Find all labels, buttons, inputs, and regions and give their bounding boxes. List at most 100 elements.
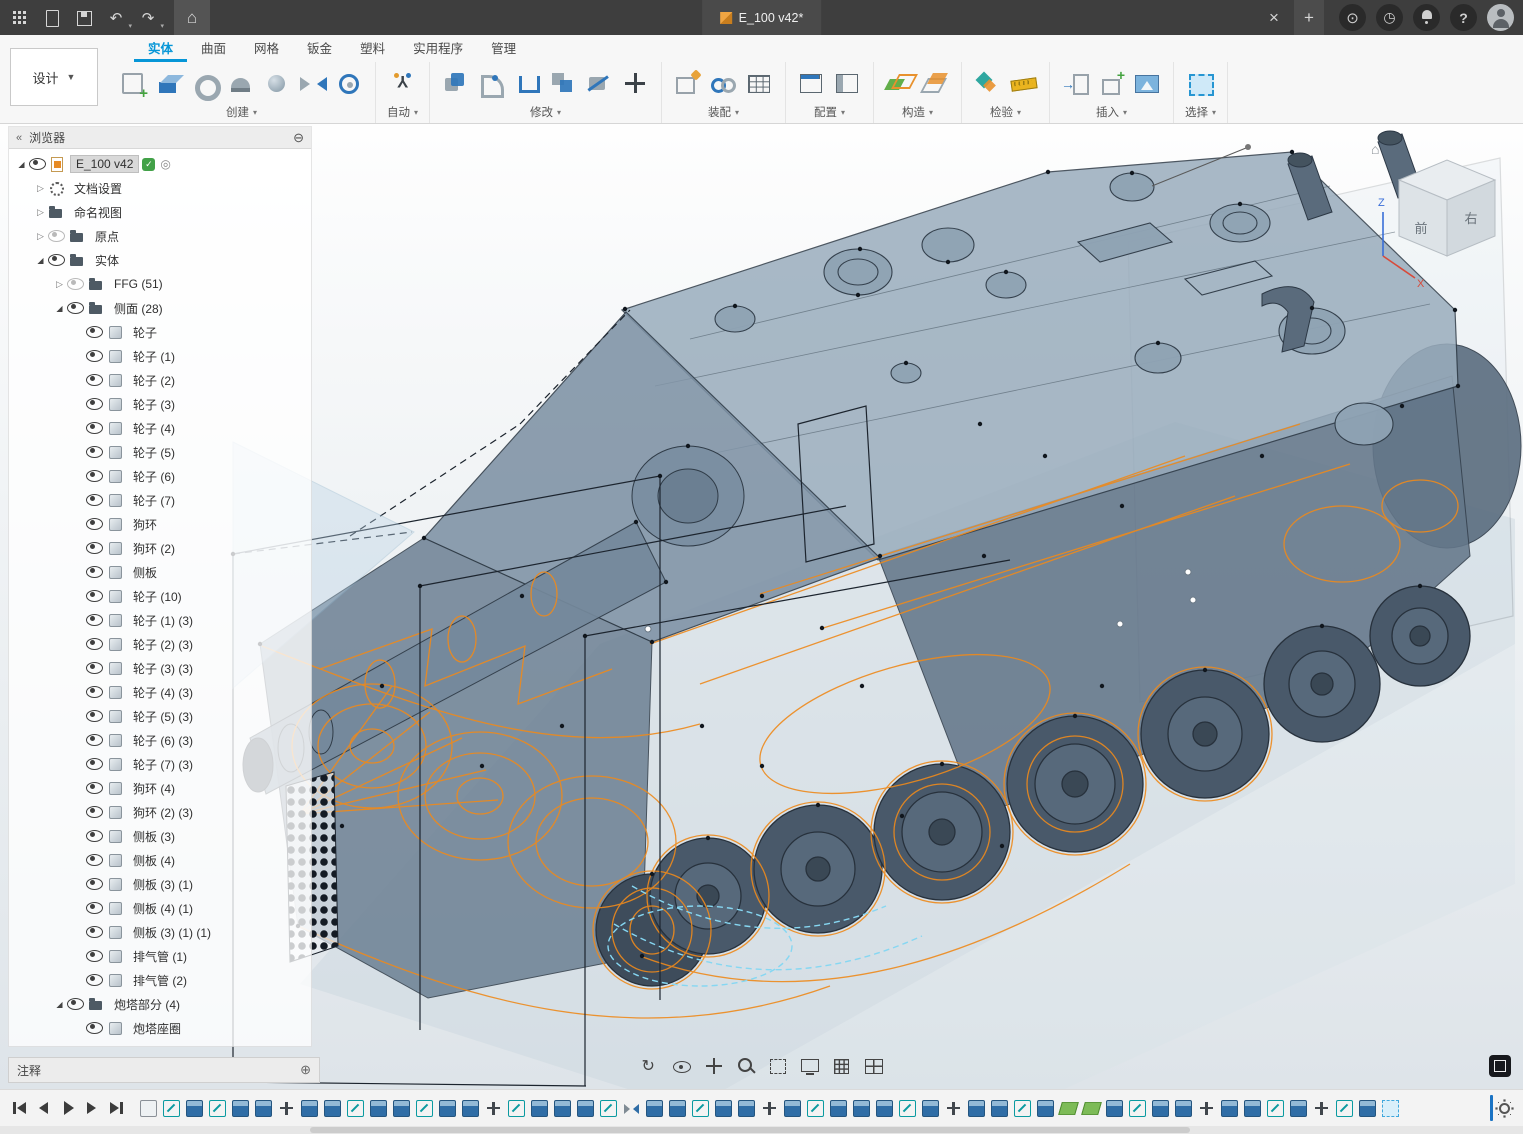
timeline-settings-gear-icon[interactable] <box>1493 1097 1515 1119</box>
visibility-eye-icon[interactable] <box>86 878 103 890</box>
visibility-eye-icon[interactable] <box>86 1022 103 1034</box>
feature-extrude-icon[interactable] <box>1221 1100 1238 1117</box>
browser-node[interactable]: 轮子 (7) <box>9 488 311 512</box>
feature-sketch-icon[interactable] <box>347 1100 364 1117</box>
viewcube[interactable]: ⌂ 前 右 Z X <box>1361 138 1511 288</box>
ribbon-group-label[interactable]: 插入 <box>1096 103 1127 120</box>
feature-extrude-icon[interactable] <box>991 1100 1008 1117</box>
visibility-eye-icon[interactable] <box>86 374 103 386</box>
browser-node[interactable]: 排气管 (1) <box>9 944 311 968</box>
document-tab[interactable]: E_100 v42* <box>702 0 822 35</box>
feature-extrude-icon[interactable] <box>1106 1100 1123 1117</box>
help-icon[interactable] <box>1450 4 1477 31</box>
visibility-eye-icon[interactable] <box>86 734 103 746</box>
browser-node[interactable]: 侧板 (4) <box>9 848 311 872</box>
feature-extrude-icon[interactable] <box>922 1100 939 1117</box>
feature-extrude-icon[interactable] <box>1244 1100 1261 1117</box>
canvas-image-icon[interactable] <box>1133 69 1162 98</box>
ribbon-tab[interactable]: 钣金 <box>293 34 346 62</box>
visibility-eye-icon[interactable] <box>86 590 103 602</box>
browser-node[interactable]: 轮子 (2) <box>9 368 311 392</box>
feature-sketch-icon[interactable] <box>1267 1100 1284 1117</box>
feature-plane-icon[interactable] <box>1058 1102 1079 1115</box>
visibility-eye-icon[interactable] <box>86 662 103 674</box>
visibility-eye-icon[interactable] <box>86 446 103 458</box>
browser-node[interactable]: 轮子 (2) (3) <box>9 632 311 656</box>
joint-icon[interactable] <box>709 69 738 98</box>
app-grid-icon[interactable] <box>7 5 33 31</box>
browser-node[interactable]: 轮子 (1) (3) <box>9 608 311 632</box>
visibility-eye-icon[interactable] <box>86 614 103 626</box>
section-analysis-icon[interactable] <box>973 69 1002 98</box>
expand-arrow-icon[interactable] <box>34 207 47 218</box>
visibility-eye-icon[interactable] <box>48 254 65 266</box>
feature-sketch-icon[interactable] <box>807 1100 824 1117</box>
go-to-start-icon[interactable] <box>11 1099 29 1117</box>
configuration-table-icon[interactable] <box>833 69 862 98</box>
feature-component-icon[interactable] <box>140 1100 157 1117</box>
feature-move-icon[interactable] <box>945 1100 962 1117</box>
design-workspace-menu[interactable]: 设计 ▼ <box>10 48 98 106</box>
feature-extrude-icon[interactable] <box>1359 1100 1376 1117</box>
visibility-eye-icon[interactable] <box>86 854 103 866</box>
expand-arrow-icon[interactable] <box>53 303 66 313</box>
browser-node[interactable]: 炮塔座圈 <box>9 1016 311 1040</box>
feature-extrude-icon[interactable] <box>1152 1100 1169 1117</box>
expand-arrow-icon[interactable] <box>53 279 66 290</box>
feature-sketch-icon[interactable] <box>508 1100 525 1117</box>
ribbon-tab[interactable]: 实体 <box>134 34 187 62</box>
feature-extrude-icon[interactable] <box>462 1100 479 1117</box>
visibility-eye-icon[interactable] <box>86 542 103 554</box>
job-status-icon[interactable] <box>1339 4 1366 31</box>
zoom-icon[interactable] <box>735 1056 757 1077</box>
browser-node[interactable]: 轮子 (7) (3) <box>9 752 311 776</box>
ribbon-group-label[interactable]: 配置 <box>814 103 845 120</box>
select-icon[interactable] <box>1186 69 1215 98</box>
visibility-eye-icon[interactable] <box>86 566 103 578</box>
visibility-eye-icon[interactable] <box>86 758 103 770</box>
combine-icon[interactable] <box>549 69 578 98</box>
browser-node[interactable]: 命名视图 <box>9 200 311 224</box>
horizontal-scrollbar[interactable] <box>0 1126 1523 1134</box>
browser-node[interactable]: 狗环 (4) <box>9 776 311 800</box>
feature-extrude-icon[interactable] <box>853 1100 870 1117</box>
browser-node[interactable]: 侧板 (4) (1) <box>9 896 311 920</box>
browser-node[interactable]: 轮子 (6) <box>9 464 311 488</box>
new-component-icon[interactable] <box>673 69 702 98</box>
offset-plane-icon[interactable] <box>921 69 950 98</box>
feature-extrude-icon[interactable] <box>784 1100 801 1117</box>
browser-node[interactable]: 轮子 (3) <box>9 392 311 416</box>
feature-extrude-icon[interactable] <box>370 1100 387 1117</box>
feature-move-icon[interactable] <box>278 1100 295 1117</box>
feature-sketch-icon[interactable] <box>1336 1100 1353 1117</box>
feature-move-icon[interactable] <box>1198 1100 1215 1117</box>
ribbon-group-label[interactable]: 构造 <box>902 103 933 120</box>
visibility-eye-icon[interactable] <box>67 302 84 314</box>
feature-extrude-icon[interactable] <box>186 1100 203 1117</box>
browser-node[interactable]: 狗环 (2) <box>9 536 311 560</box>
feature-sketch-icon[interactable] <box>1014 1100 1031 1117</box>
insert-mesh-icon[interactable] <box>1097 69 1126 98</box>
feature-extrude-icon[interactable] <box>232 1100 249 1117</box>
browser-node[interactable]: 狗环 <box>9 512 311 536</box>
extrude-icon[interactable] <box>155 69 184 98</box>
avatar-icon[interactable] <box>1487 4 1514 31</box>
viewport-canvas[interactable]: ⌂ 前 右 Z X « 浏览器 ⊖ E_100 v42✓◎文档设置命名视图原点实… <box>0 124 1523 1089</box>
visibility-eye-icon[interactable] <box>86 326 103 338</box>
configure-icon[interactable] <box>797 69 826 98</box>
save-icon[interactable] <box>71 5 97 31</box>
feature-extrude-icon[interactable] <box>830 1100 847 1117</box>
feature-move-icon[interactable] <box>1313 1100 1330 1117</box>
quick-access-cube-icon[interactable] <box>1489 1055 1511 1077</box>
visibility-eye-icon[interactable] <box>67 278 84 290</box>
ribbon-group-label[interactable]: 创建 <box>226 103 257 120</box>
visibility-eye-icon[interactable] <box>86 422 103 434</box>
browser-node[interactable]: 侧板 (3) <box>9 824 311 848</box>
visibility-eye-icon[interactable] <box>86 806 103 818</box>
go-to-end-icon[interactable] <box>107 1099 125 1117</box>
construction-plane-icon[interactable] <box>885 69 914 98</box>
visibility-eye-icon[interactable] <box>86 974 103 986</box>
feature-extrude-icon[interactable] <box>1037 1100 1054 1117</box>
feature-extrude-icon[interactable] <box>738 1100 755 1117</box>
browser-node[interactable]: 侧板 (3) (1) <box>9 872 311 896</box>
